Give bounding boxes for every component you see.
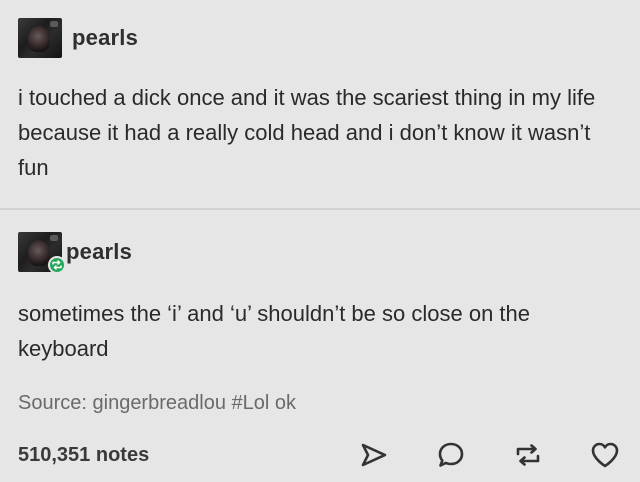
post-actions — [314, 438, 622, 472]
like-button[interactable] — [588, 438, 622, 472]
avatar-image — [28, 26, 50, 52]
avatar-highlight — [50, 21, 58, 27]
avatar-highlight — [50, 235, 58, 241]
reblog-badge-icon — [48, 256, 66, 274]
heart-icon — [591, 442, 619, 468]
source-link[interactable]: gingerbreadlou — [93, 392, 226, 414]
reblog-arrows-icon — [516, 444, 540, 466]
reblog-post: pearls sometimes the ‘i’ and ‘u’ shouldn… — [0, 210, 640, 482]
post-tag[interactable]: #Lol ok — [232, 392, 297, 414]
reblog-body-text: sometimes the ‘i’ and ‘u’ shouldn’t be s… — [18, 301, 530, 361]
share-button[interactable] — [357, 438, 391, 472]
source-label: Source: — [18, 392, 87, 414]
reblog-button[interactable] — [511, 438, 545, 472]
post-footer: 510,351 notes — [18, 438, 622, 472]
paper-plane-icon — [361, 443, 387, 467]
tumblr-post: pearls i touched a dick once and it was … — [0, 0, 640, 482]
reblog-post-header: pearls — [18, 232, 132, 274]
avatar-image — [28, 240, 50, 266]
username[interactable]: pearls — [72, 25, 138, 51]
speech-bubble-icon — [438, 442, 464, 467]
original-post-header: pearls — [18, 18, 138, 58]
notes-count[interactable]: 510,351 notes — [18, 444, 149, 467]
avatar[interactable] — [18, 18, 62, 58]
source-line: Source: gingerbreadlou #Lol ok — [18, 392, 296, 415]
reply-button[interactable] — [434, 438, 468, 472]
username[interactable]: pearls — [66, 239, 132, 265]
post-body-text: i touched a dick once and it was the sca… — [18, 85, 596, 180]
original-post: pearls i touched a dick once and it was … — [0, 0, 640, 208]
